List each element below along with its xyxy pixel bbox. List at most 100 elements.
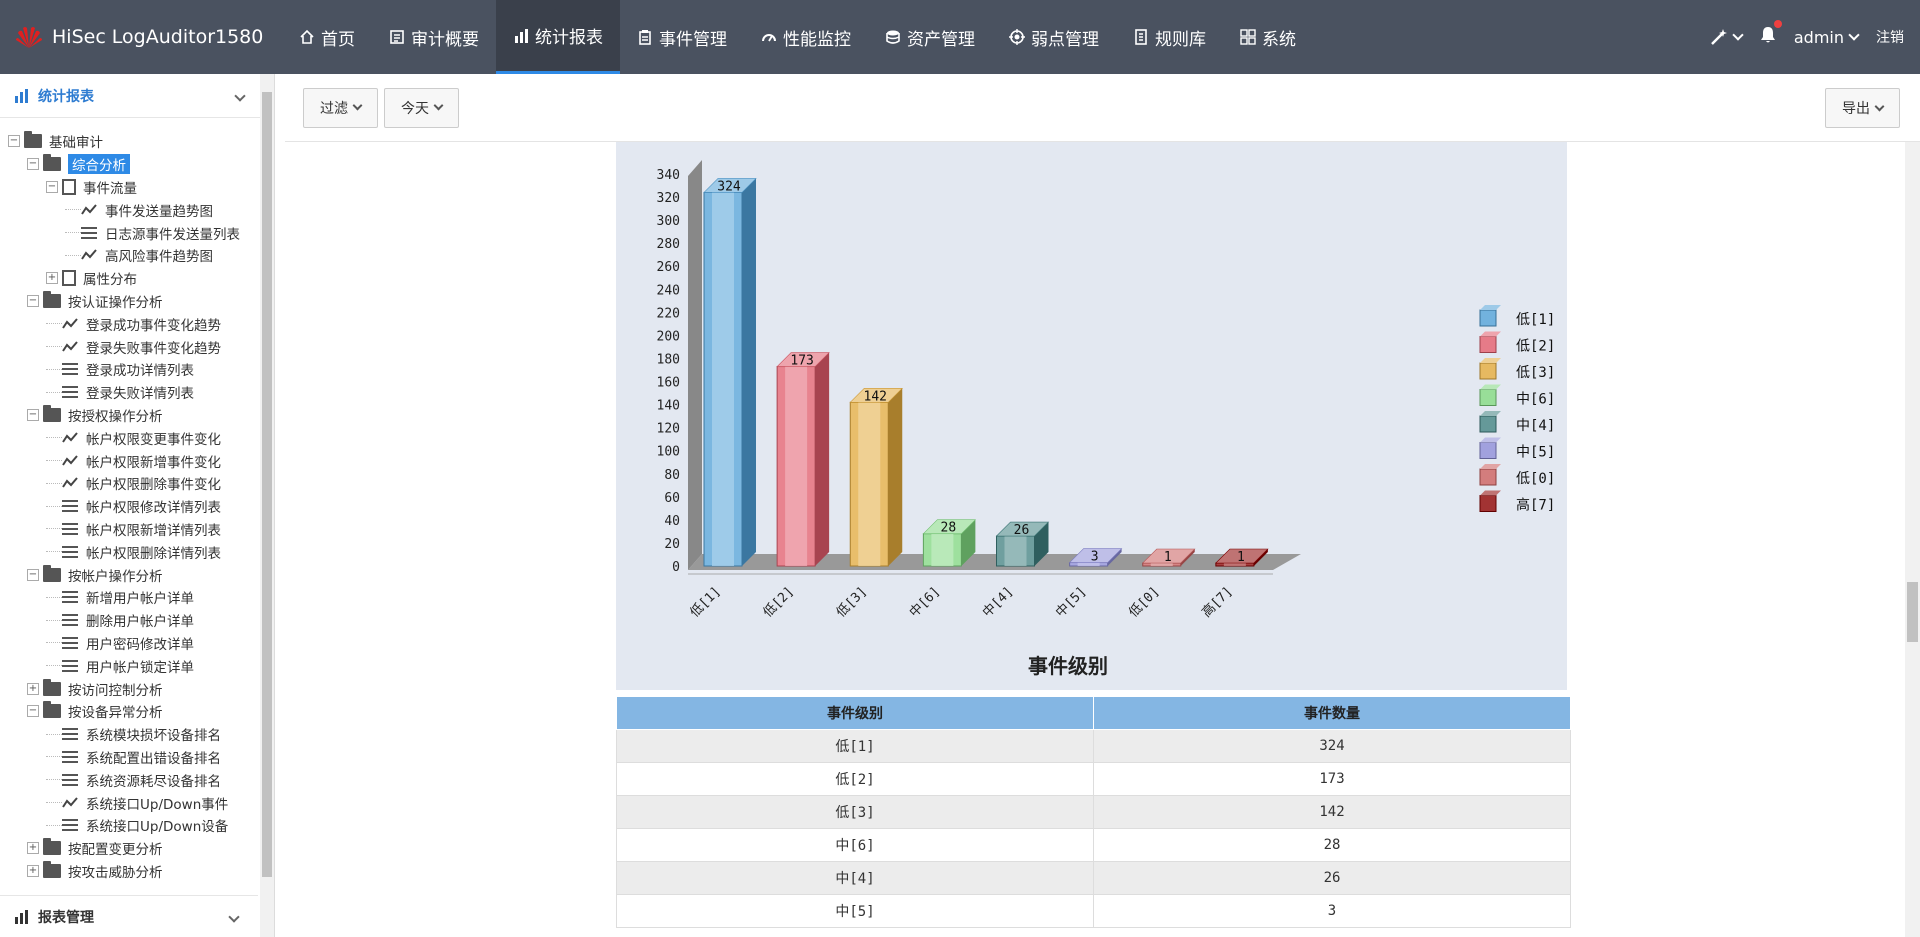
list-icon	[62, 819, 78, 832]
expand-toggle-icon[interactable]: −	[27, 408, 39, 421]
tree-item[interactable]: 登录失败事件变化趋势	[0, 335, 258, 358]
legend-swatch-top	[1480, 437, 1501, 443]
data-label: 1	[1237, 550, 1245, 565]
expand-toggle-icon[interactable]: +	[27, 864, 39, 877]
tree-item[interactable]: 登录成功事件变化趋势	[0, 312, 258, 335]
tree-item-label: 用户帐户锁定详单	[86, 659, 194, 676]
y-tick-label: 260	[657, 260, 680, 275]
logout-link[interactable]: 注销	[1876, 27, 1904, 47]
bell-icon[interactable]	[1760, 20, 1782, 48]
brand[interactable]: HiSec LogAuditor1580	[0, 0, 282, 74]
nav-item-7[interactable]: 规则库	[1116, 0, 1223, 74]
tree-item[interactable]: − 按设备异常分析	[0, 700, 258, 723]
expand-toggle-icon[interactable]: −	[27, 568, 39, 581]
export-button[interactable]: 导出	[1825, 88, 1900, 128]
legend-label: 中[5]	[1516, 445, 1555, 461]
list-icon	[62, 386, 78, 399]
tree-item[interactable]: 系统接口Up/Down设备	[0, 814, 258, 837]
tree-item[interactable]: 日志源事件发送量列表	[0, 221, 258, 244]
tree-item[interactable]: 系统接口Up/Down事件	[0, 791, 258, 814]
expand-toggle-icon[interactable]: +	[27, 682, 39, 695]
expand-toggle-icon[interactable]: −	[27, 705, 39, 718]
tree-item[interactable]: − 综合分析	[0, 153, 258, 176]
expand-toggle-icon[interactable]: −	[27, 158, 39, 171]
tree-item-label: 系统接口Up/Down事件	[86, 796, 229, 813]
tree-item[interactable]: 登录失败详情列表	[0, 381, 258, 404]
tree-item[interactable]: 系统资源耗尽设备排名	[0, 768, 258, 791]
tree-item[interactable]: 新增用户帐户详单	[0, 586, 258, 609]
chevron-down-icon	[234, 89, 246, 102]
main-nav: 首页 审计概要 统计报表 事件管理 性能监控 资产管理 弱点管理 规则库 系统	[282, 0, 1313, 74]
expand-toggle-icon[interactable]: +	[46, 272, 58, 285]
tree-item[interactable]: 帐户权限删除详情列表	[0, 540, 258, 563]
tree-item[interactable]: + 按攻击威胁分析	[0, 860, 258, 883]
nav-item-8[interactable]: 系统	[1223, 0, 1313, 74]
tree-item[interactable]: 系统模块损坏设备排名	[0, 723, 258, 746]
sidebar-header[interactable]: 统计报表	[0, 74, 274, 118]
time-range-button[interactable]: 今天	[384, 87, 459, 128]
nav-item-0[interactable]: 首页	[282, 0, 372, 74]
tree-item[interactable]: + 属性分布	[0, 267, 258, 290]
data-label: 1	[1164, 550, 1172, 565]
nav-item-2[interactable]: 统计报表	[496, 0, 620, 74]
main-scrollbar[interactable]	[1905, 142, 1920, 937]
legend-swatch-top	[1480, 411, 1501, 416]
expand-toggle-icon[interactable]: −	[46, 180, 58, 193]
trend-line-icon	[62, 796, 78, 808]
expand-toggle-icon[interactable]: −	[8, 135, 20, 148]
nav-item-5[interactable]: 资产管理	[868, 0, 992, 74]
tree-item[interactable]: − 基础审计	[0, 130, 258, 153]
list-icon	[81, 226, 97, 239]
tree-item-label: 帐户权限删除事件变化	[86, 477, 221, 494]
document-icon	[62, 270, 76, 287]
tree-item[interactable]: − 事件流量	[0, 176, 258, 199]
nav-item-3[interactable]: 事件管理	[620, 0, 744, 74]
tree-item[interactable]: 帐户权限新增事件变化	[0, 449, 258, 472]
expand-toggle-icon[interactable]: −	[27, 294, 39, 307]
tree-item[interactable]: 帐户权限修改详情列表	[0, 495, 258, 518]
bar-side	[815, 352, 830, 566]
tree-item[interactable]: + 按访问控制分析	[0, 677, 258, 700]
tree-item[interactable]: − 按授权操作分析	[0, 404, 258, 427]
tree-item[interactable]: − 按认证操作分析	[0, 290, 258, 313]
bar-chart: 0 20 40 60 80 100 120 140 160 180 200 220 240 260 280 3…	[657, 160, 1555, 678]
tree-item[interactable]: 帐户权限新增详情列表	[0, 518, 258, 541]
nav-item-6[interactable]: 弱点管理	[992, 0, 1116, 74]
y-tick-label: 240	[657, 283, 680, 298]
legend-label: 中[4]	[1516, 418, 1555, 434]
tree-item[interactable]: 登录成功详情列表	[0, 358, 258, 381]
tree-item[interactable]: 系统配置出错设备排名	[0, 746, 258, 769]
tree-item[interactable]: 高风险事件趋势图	[0, 244, 258, 267]
list-icon	[62, 500, 78, 513]
nav-item-4[interactable]: 性能监控	[744, 0, 868, 74]
sidebar: 统计报表 − 基础审计 − 综合分析 − 事件流量事件发送量趋势图 日志源事件发送量列表 高风…	[0, 74, 275, 937]
y-tick-label: 160	[657, 376, 680, 391]
list-icon	[62, 636, 78, 649]
tree-item[interactable]: 帐户权限删除事件变化	[0, 472, 258, 495]
tree-item-label: 事件发送量趋势图	[105, 203, 213, 220]
table-cell-level: 中[5]	[616, 894, 1094, 928]
expand-toggle-icon[interactable]: +	[27, 842, 39, 855]
tree-item[interactable]: − 按帐户操作分析	[0, 563, 258, 586]
nav-item-1[interactable]: 审计概要	[372, 0, 496, 74]
sidebar-footer[interactable]: 报表管理	[0, 895, 258, 937]
tree-item[interactable]: 事件发送量趋势图	[0, 198, 258, 221]
y-tick-label: 140	[657, 399, 680, 414]
table-row: 低[3] 142	[616, 795, 1571, 829]
tree-item[interactable]: 帐户权限变更事件变化	[0, 426, 258, 449]
table-cell-count: 324	[1093, 729, 1571, 763]
filter-button[interactable]: 过滤	[303, 87, 378, 128]
tree-item[interactable]: + 按配置变更分析	[0, 837, 258, 860]
y-tick-label: 20	[664, 537, 680, 552]
table-row: 低[2] 173	[616, 762, 1571, 796]
tree-item[interactable]: 用户帐户锁定详单	[0, 654, 258, 677]
table-row: 中[5] 3	[616, 894, 1571, 928]
trend-line-icon	[62, 477, 78, 488]
folder-icon	[43, 404, 61, 422]
tree-item[interactable]: 删除用户帐户详单	[0, 609, 258, 632]
wand-icon[interactable]	[1710, 28, 1744, 46]
sidebar-scrollbar[interactable]	[260, 74, 274, 937]
sidebar-title: 统计报表	[38, 88, 94, 105]
user-menu[interactable]: admin	[1794, 28, 1860, 47]
tree-item[interactable]: 用户密码修改详单	[0, 632, 258, 655]
